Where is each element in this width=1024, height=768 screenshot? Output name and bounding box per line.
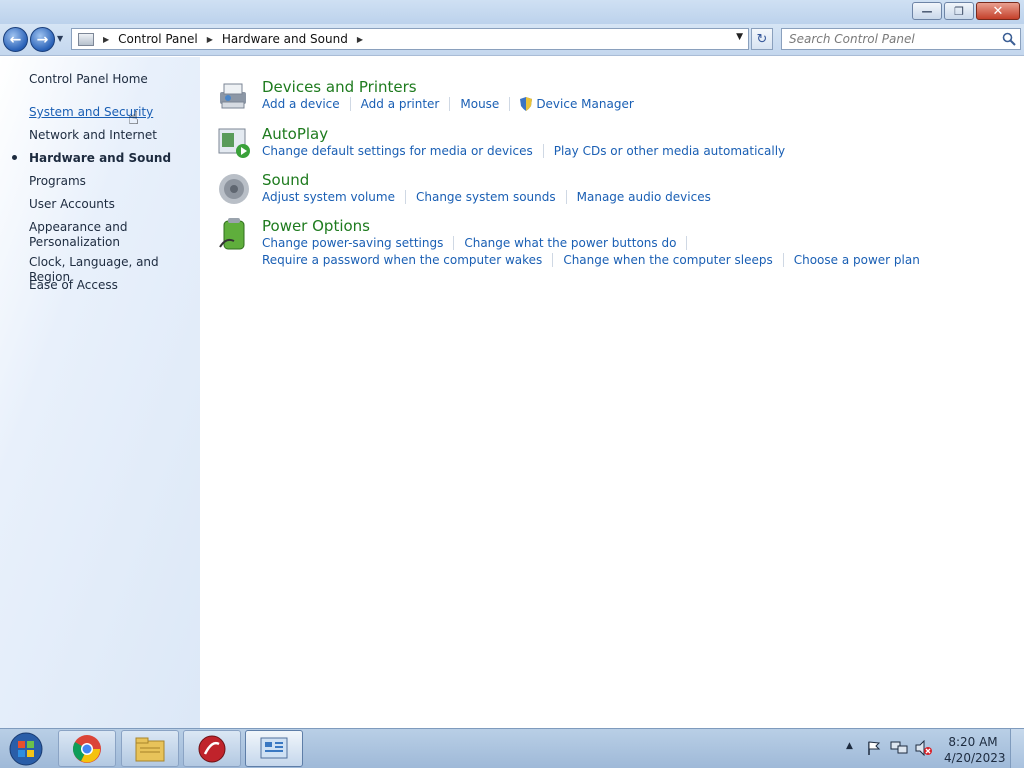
uac-shield-icon <box>520 97 533 111</box>
hand-cursor-icon: ☝ <box>128 108 139 129</box>
link-divider <box>349 97 351 111</box>
breadcrumb-separator[interactable]: ▶ <box>357 35 363 44</box>
clock-date: 4/20/2023 <box>944 751 1006 765</box>
link-divider <box>552 253 554 267</box>
network-icon[interactable] <box>890 740 908 756</box>
link-require-password-on-wake[interactable]: Require a password when the computer wak… <box>262 253 542 267</box>
taskbar-file-explorer-button[interactable] <box>121 730 179 767</box>
address-bar[interactable]: ▶ Control Panel ▶ Hardware and Sound ▶ ▼ <box>71 28 749 50</box>
window-controls: — ❐ ✕ <box>910 2 1020 20</box>
link-divider <box>782 253 784 267</box>
control-panel-icon <box>260 737 288 758</box>
link-change-when-computer-sleeps[interactable]: Change when the computer sleeps <box>563 253 772 267</box>
taskbar: ▲ 8:20 AM 4/20/2023 <box>0 728 1024 768</box>
link-divider <box>542 144 544 158</box>
link-change-default-settings-for-media[interactable]: Change default settings for media or dev… <box>262 144 533 158</box>
volume-muted-icon[interactable] <box>914 740 932 756</box>
breadcrumb-separator[interactable]: ▶ <box>103 35 109 44</box>
category-links-row2: Require a password when the computer wak… <box>262 253 920 267</box>
printer-icon <box>220 83 246 109</box>
navigation-bar: ← → ▼ ▶ Control Panel ▶ Hardware and Sou… <box>0 24 1024 56</box>
show-hidden-icons-button[interactable]: ▲ <box>846 741 853 751</box>
minimize-icon: — <box>921 4 933 18</box>
close-icon: ✕ <box>992 3 1004 19</box>
category-title[interactable]: Sound <box>262 171 309 189</box>
restore-button[interactable]: ❐ <box>944 2 974 20</box>
sidebar-item-network-and-internet[interactable]: Network and Internet <box>29 128 157 143</box>
link-change-power-buttons[interactable]: Change what the power buttons do <box>464 236 676 250</box>
file-explorer-icon <box>135 737 165 761</box>
link-mouse[interactable]: Mouse <box>460 97 499 111</box>
battery-icon <box>219 218 245 250</box>
address-dropdown-icon[interactable]: ▼ <box>736 32 743 42</box>
search-box[interactable] <box>781 28 1021 50</box>
start-button[interactable] <box>6 731 46 767</box>
action-center-flag-icon[interactable] <box>866 740 882 756</box>
sidebar-item-programs[interactable]: Programs <box>29 174 86 189</box>
sidebar-item-appearance-and-personalization[interactable]: Appearance and <box>29 220 127 235</box>
link-divider <box>509 97 511 111</box>
restore-icon: ❐ <box>954 4 964 18</box>
forward-button[interactable]: → <box>30 27 55 52</box>
current-page-bullet <box>12 155 17 160</box>
refresh-button[interactable]: ↻ <box>751 28 773 50</box>
close-button[interactable]: ✕ <box>976 2 1020 20</box>
sidebar-item-hardware-and-sound: Hardware and Sound <box>29 151 172 165</box>
taskbar-media-app-button[interactable] <box>183 730 241 767</box>
clock-time: 8:20 AM <box>948 735 998 749</box>
link-divider <box>449 97 451 111</box>
search-icon[interactable] <box>1002 32 1016 46</box>
sidebar-item-appearance-and-personalization-line2[interactable]: Personalization <box>29 235 120 250</box>
search-input[interactable] <box>789 32 989 46</box>
link-divider <box>686 236 688 250</box>
link-add-a-device[interactable]: Add a device <box>262 97 340 111</box>
link-change-power-saving-settings[interactable]: Change power-saving settings <box>262 236 443 250</box>
link-divider <box>404 190 406 204</box>
category-title[interactable]: Power Options <box>262 217 370 235</box>
speaker-icon <box>219 174 249 204</box>
back-button[interactable]: ← <box>3 27 28 52</box>
autoplay-icon <box>218 128 250 158</box>
forward-arrow-icon: → <box>36 31 49 48</box>
sidebar-item-ease-of-access[interactable]: Ease of Access <box>29 278 118 293</box>
link-manage-audio-devices[interactable]: Manage audio devices <box>577 190 711 204</box>
link-add-a-printer[interactable]: Add a printer <box>361 97 440 111</box>
recent-pages-dropdown[interactable]: ▼ <box>57 34 63 43</box>
breadcrumb-control-panel[interactable]: Control Panel <box>118 32 198 46</box>
link-device-manager[interactable]: Device Manager <box>536 97 633 111</box>
chrome-icon <box>72 734 101 763</box>
link-play-cds-automatically[interactable]: Play CDs or other media automatically <box>554 144 785 158</box>
category-title[interactable]: Devices and Printers <box>262 78 417 96</box>
category-links: Change default settings for media or dev… <box>262 144 785 158</box>
link-change-system-sounds[interactable]: Change system sounds <box>416 190 556 204</box>
category-links: Change power-saving settings Change what… <box>262 236 697 250</box>
control-panel-icon <box>78 32 94 46</box>
link-adjust-system-volume[interactable]: Adjust system volume <box>262 190 395 204</box>
sidebar: Control Panel Home System and Security N… <box>0 57 200 728</box>
breadcrumb-separator[interactable]: ▶ <box>207 35 213 44</box>
link-divider <box>565 190 567 204</box>
category-links: Adjust system volume Change system sound… <box>262 190 711 204</box>
category-links: Add a device Add a printer Mouse Device … <box>262 97 634 111</box>
link-choose-a-power-plan[interactable]: Choose a power plan <box>794 253 920 267</box>
link-divider <box>453 236 455 250</box>
system-clock[interactable]: 8:20 AM 4/20/2023 <box>944 734 1006 766</box>
sidebar-item-user-accounts[interactable]: User Accounts <box>29 197 115 212</box>
breadcrumb-hardware-and-sound[interactable]: Hardware and Sound <box>222 32 348 46</box>
back-arrow-icon: ← <box>9 31 22 48</box>
media-app-icon <box>198 735 226 762</box>
title-bar: — ❐ ✕ <box>0 0 1024 24</box>
taskbar-control-panel-button[interactable] <box>245 730 303 767</box>
show-desktop-button[interactable] <box>1010 729 1024 768</box>
sidebar-item-control-panel-home[interactable]: Control Panel Home <box>29 72 148 87</box>
minimize-button[interactable]: — <box>912 2 942 20</box>
refresh-icon: ↻ <box>756 31 768 47</box>
category-title[interactable]: AutoPlay <box>262 125 328 143</box>
taskbar-chrome-button[interactable] <box>58 730 116 767</box>
